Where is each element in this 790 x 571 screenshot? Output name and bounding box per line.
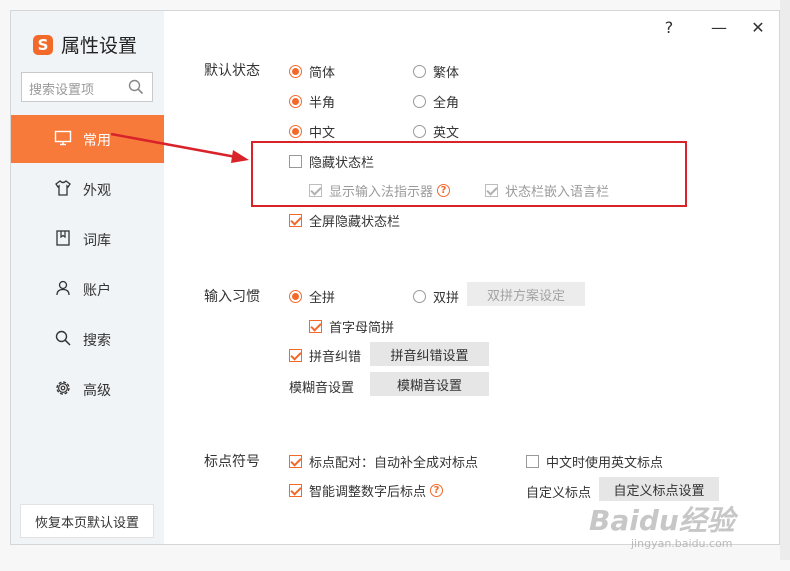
watermark-url: jingyan.baidu.com xyxy=(631,537,733,550)
input-habits-label: 输入习惯 xyxy=(204,289,260,305)
full-pinyin-radio[interactable]: 全拼 xyxy=(289,287,335,306)
smart-adjust-label: 智能调整数字后标点 xyxy=(309,485,427,500)
settings-window: S 属性设置 搜索设置项 常用 外观 词库 账户 搜索 高级 恢复本页默认设置 … xyxy=(10,10,780,550)
fuzzy-settings-button[interactable]: 模糊音设置 xyxy=(370,372,489,396)
initial-abbrev-checkbox[interactable]: 首字母简拼 xyxy=(309,317,394,336)
checkbox-checked-icon xyxy=(289,455,302,468)
radio-selected-icon xyxy=(289,290,302,303)
custom-punct-settings-button[interactable]: 自定义标点设置 xyxy=(599,477,719,501)
double-pinyin-radio[interactable]: 双拼 xyxy=(413,287,459,306)
baidu-watermark: Baidu经验 xyxy=(589,504,735,537)
double-pinyin-label: 双拼 xyxy=(433,291,460,306)
full-pinyin-label: 全拼 xyxy=(309,291,336,306)
pinyin-correction-label: 拼音纠错 xyxy=(309,350,362,365)
pinyin-correction-checkbox[interactable]: 拼音纠错 xyxy=(289,346,361,365)
double-pinyin-settings-button[interactable]: 双拼方案设定 xyxy=(467,282,585,306)
pinyin-correction-settings-button[interactable]: 拼音纠错设置 xyxy=(370,342,489,366)
checkbox-checked-icon xyxy=(289,484,302,497)
english-punct-label: 中文时使用英文标点 xyxy=(546,456,664,471)
custom-punct-label: 自定义标点 xyxy=(526,486,592,501)
initial-abbrev-label: 首字母简拼 xyxy=(329,321,395,336)
help-icon[interactable]: ? xyxy=(430,484,444,497)
radio-icon xyxy=(413,290,426,303)
smart-adjust-checkbox[interactable]: 智能调整数字后标点 ? xyxy=(289,481,444,500)
fuzzy-settings-label: 模糊音设置 xyxy=(289,381,355,396)
english-punct-checkbox[interactable]: 中文时使用英文标点 xyxy=(526,452,663,471)
auto-pair-checkbox[interactable]: 标点配对：自动补全成对标点 xyxy=(289,452,478,471)
checkbox-checked-icon xyxy=(309,320,322,333)
checkbox-checked-icon xyxy=(289,349,302,362)
auto-pair-label: 标点配对：自动补全成对标点 xyxy=(309,456,479,471)
checkbox-icon xyxy=(526,455,539,468)
punctuation-label: 标点符号 xyxy=(204,454,260,470)
